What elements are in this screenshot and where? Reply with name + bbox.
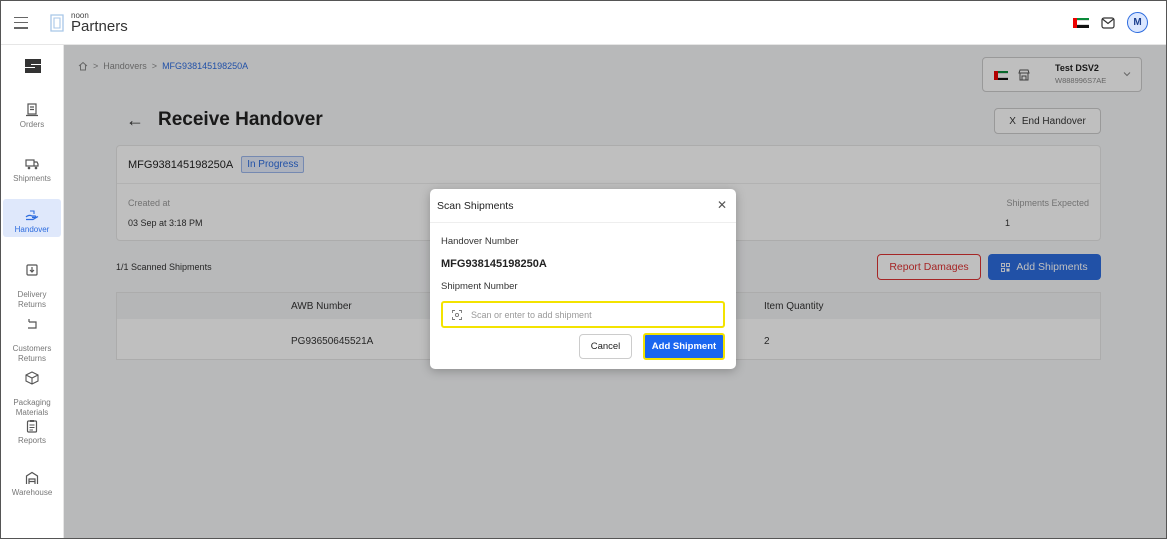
logo-big-text: Partners xyxy=(71,17,128,35)
top-bar: noon Partners M xyxy=(1,1,1166,45)
sidebar-item-label: Orders xyxy=(19,120,45,129)
avatar[interactable]: M xyxy=(1127,12,1148,33)
sidebar-item-label: Reports xyxy=(17,436,46,445)
noon-logo-icon xyxy=(50,13,64,32)
sidebar-item-label: Packaging Materials xyxy=(13,398,51,417)
sidebar-item-delivery-returns[interactable]: Delivery Returns xyxy=(3,253,61,310)
logo[interactable]: noon Partners xyxy=(48,11,128,35)
sidebar-item-label: Warehouse xyxy=(11,488,53,497)
sidebar-item-reports[interactable]: Reports xyxy=(3,419,61,446)
sidebar-item-handover[interactable]: Handover xyxy=(3,199,61,237)
delivery-returns-icon xyxy=(26,264,38,276)
uae-flag-icon[interactable] xyxy=(1073,17,1089,28)
scan-icon xyxy=(452,310,462,320)
sidebar-item-shipments[interactable]: Shipments xyxy=(3,157,61,184)
sidebar-item-packaging-materials[interactable]: Packaging Materials xyxy=(3,361,61,418)
handover-number-value: MFG938145198250A xyxy=(441,258,547,270)
close-icon[interactable]: ✕ xyxy=(717,198,727,212)
package-icon xyxy=(25,371,39,385)
mail-icon[interactable] xyxy=(1101,16,1115,29)
shipment-number-input[interactable] xyxy=(471,307,711,323)
shipment-number-label: Shipment Number xyxy=(441,281,518,292)
scan-shipments-modal: Scan Shipments ✕ Handover Number MFG9381… xyxy=(430,189,736,369)
add-shipment-button[interactable]: Add Shipment xyxy=(643,333,725,360)
reports-icon xyxy=(26,420,38,433)
sidebar-item-label: Handover xyxy=(14,225,50,234)
app-window: noon Partners M Orders Shipments Handove… xyxy=(0,0,1167,539)
modal-title: Scan Shipments xyxy=(437,200,514,212)
shipment-number-field[interactable] xyxy=(441,301,725,328)
sidebar-item-warehouse[interactable]: Warehouse xyxy=(3,471,61,498)
truck-icon xyxy=(25,159,39,170)
add-shipment-label: Add Shipment xyxy=(651,341,717,352)
cancel-label: Cancel xyxy=(590,341,621,352)
sidebar-item-label: Shipments xyxy=(13,174,51,183)
warehouse-icon xyxy=(25,471,39,484)
orders-icon xyxy=(26,103,38,117)
handover-icon xyxy=(25,210,39,221)
menu-icon[interactable] xyxy=(14,16,28,29)
cancel-button[interactable]: Cancel xyxy=(579,334,632,359)
customer-returns-icon xyxy=(28,319,37,329)
sidebar-item-orders[interactable]: Orders xyxy=(3,103,61,130)
sidebar: Orders Shipments Handover Delivery Retur… xyxy=(1,45,64,538)
brand-icon[interactable] xyxy=(23,57,43,75)
handover-number-label: Handover Number xyxy=(441,236,519,247)
modal-header: Scan Shipments ✕ xyxy=(430,189,736,223)
sidebar-item-customers-returns[interactable]: Customers Returns xyxy=(3,307,61,364)
